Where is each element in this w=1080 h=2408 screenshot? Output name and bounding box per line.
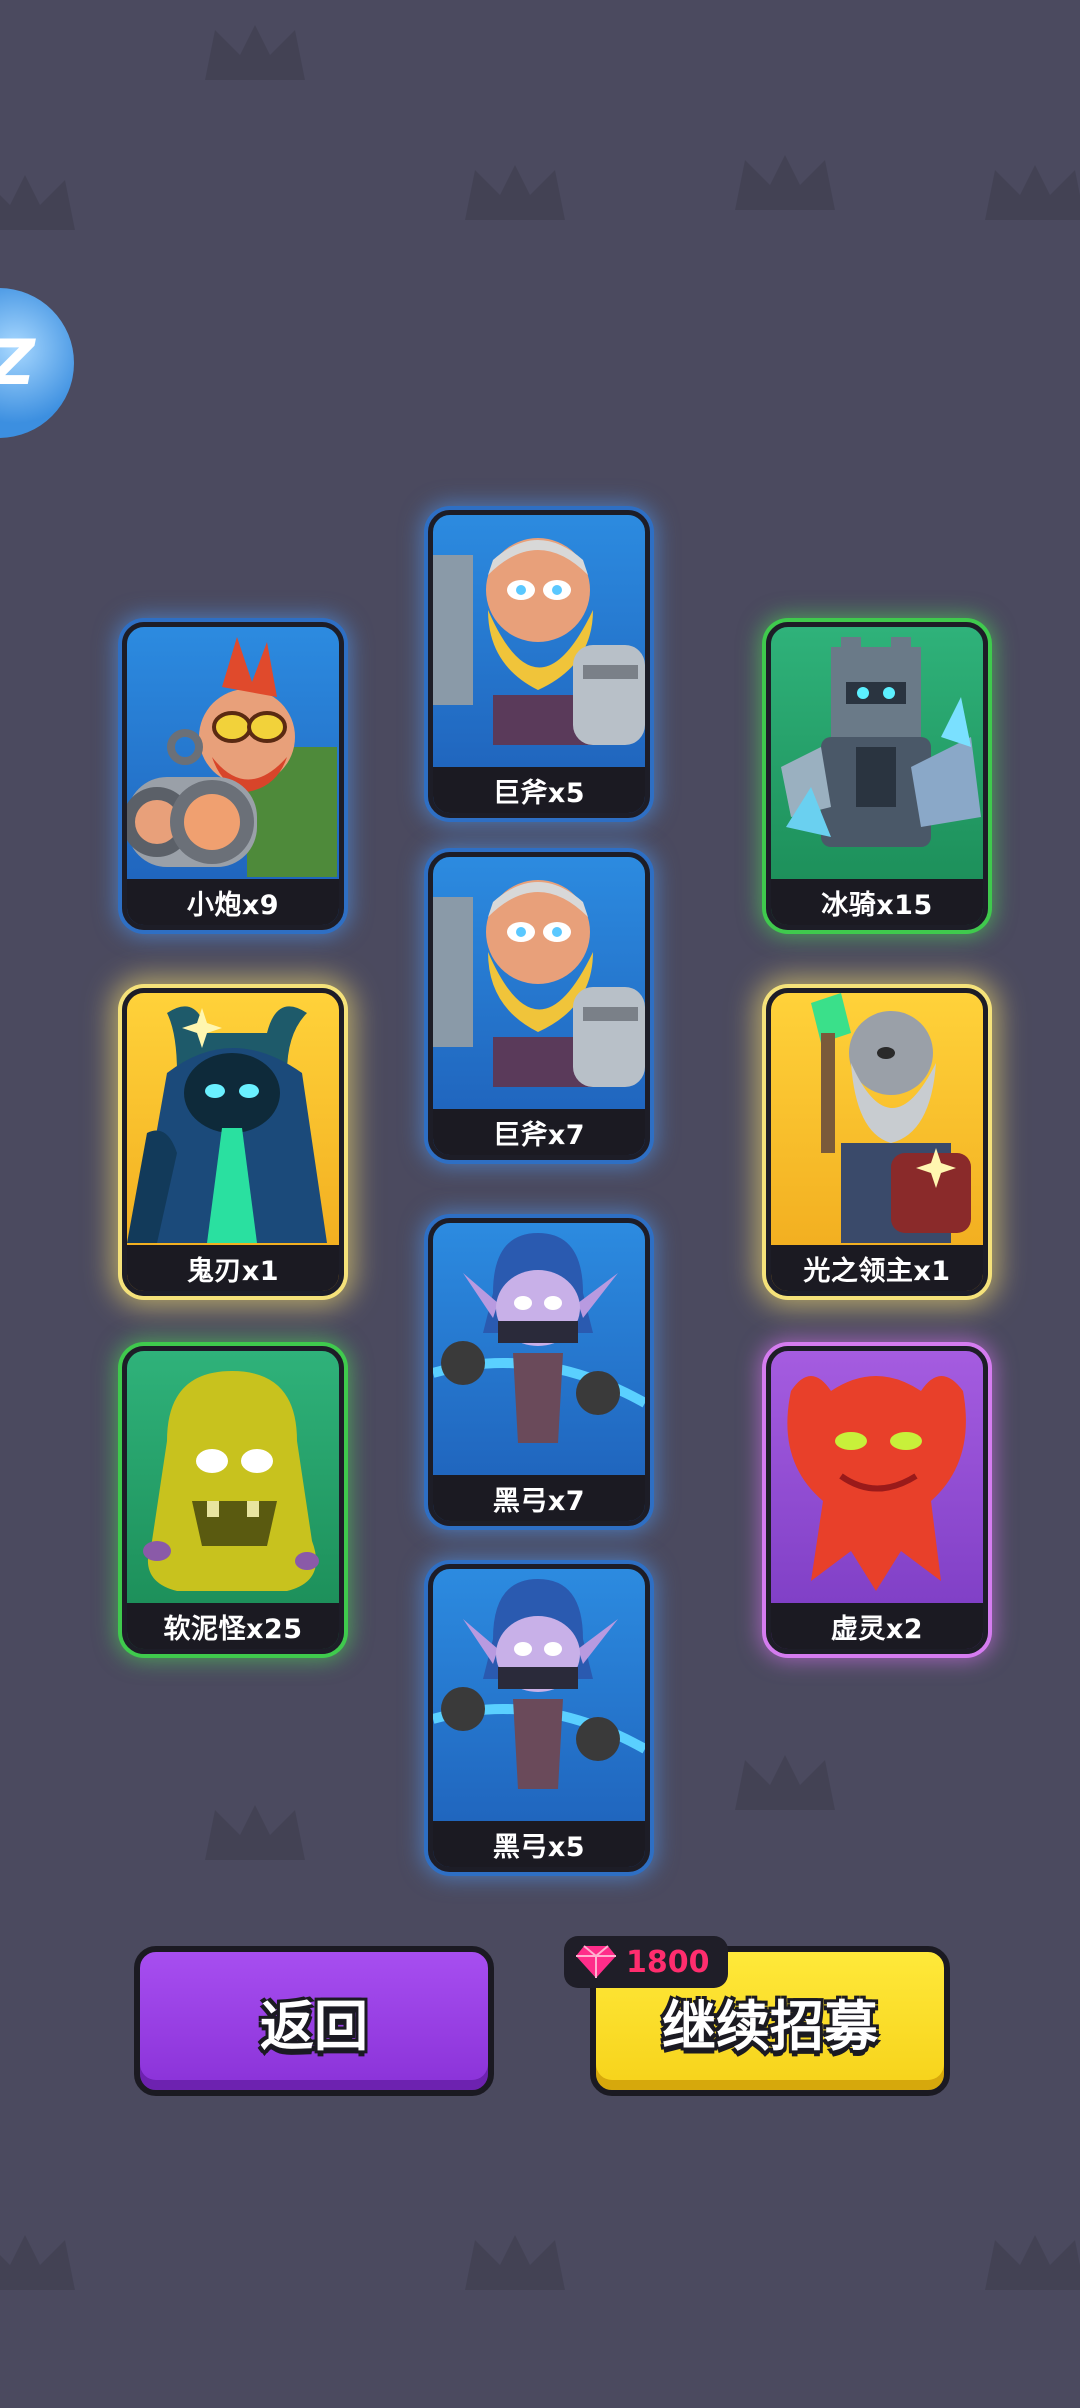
card-label: 巨斧x7	[433, 1109, 645, 1155]
hero-card-cannon[interactable]: 小炮x9	[122, 622, 344, 930]
crown-watermark-icon	[465, 165, 565, 220]
crown-watermark-icon	[985, 165, 1080, 220]
bearded-axeman-icon	[433, 538, 645, 745]
hero-card-ghost-blade[interactable]: 鬼刃x1	[122, 988, 344, 1296]
crown-watermark-icon	[985, 2235, 1080, 2290]
crown-watermark-icon	[205, 1805, 305, 1860]
hero-card-spirit[interactable]: 虚灵x2	[766, 1346, 988, 1654]
elf-archer-icon	[433, 1579, 645, 1789]
recruit-cost-value: 1800	[626, 1944, 710, 1980]
crown-watermark-icon	[205, 25, 305, 80]
hero-card-ice-knight[interactable]: 冰骑x15	[766, 622, 988, 930]
hero-card-black-bow[interactable]: 黑弓x7	[428, 1218, 650, 1526]
crown-watermark-icon	[465, 2235, 565, 2290]
dwarf-cannon-icon	[127, 637, 337, 877]
crown-watermark-icon	[0, 175, 75, 230]
red-spirit-icon	[787, 1376, 966, 1591]
elf-archer-icon	[433, 1233, 645, 1443]
crown-watermark-icon	[735, 155, 835, 210]
side-float-button[interactable]: Z	[0, 288, 74, 438]
card-label: 小炮x9	[127, 879, 339, 925]
ice-knight-icon	[781, 637, 981, 847]
shadow-wraith-icon	[127, 1006, 327, 1243]
hero-card-axe[interactable]: 巨斧x7	[428, 852, 650, 1160]
continue-recruit-label: 继续招募	[662, 1994, 878, 2058]
card-label: 虚灵x2	[771, 1603, 983, 1649]
recruit-cost-badge: 1800	[564, 1936, 728, 1988]
hero-card-black-bow[interactable]: 黑弓x5	[428, 1564, 650, 1872]
crown-watermark-icon	[735, 1755, 835, 1810]
hero-card-axe[interactable]: 巨斧x5	[428, 510, 650, 818]
card-label: 鬼刃x1	[127, 1245, 339, 1291]
slime-monster-icon	[143, 1371, 319, 1591]
gem-icon	[576, 1945, 616, 1978]
card-label: 冰骑x15	[771, 879, 983, 925]
bearded-axeman-icon	[433, 880, 645, 1087]
card-label: 巨斧x5	[433, 767, 645, 813]
card-label: 软泥怪x25	[127, 1603, 339, 1649]
hero-card-light-lord[interactable]: 光之领主x1	[766, 988, 988, 1296]
hero-card-slime[interactable]: 软泥怪x25	[122, 1346, 344, 1654]
card-label: 光之领主x1	[771, 1245, 983, 1291]
old-wizard-icon	[811, 993, 971, 1243]
card-label: 黑弓x7	[433, 1475, 645, 1521]
back-button[interactable]: 返回	[134, 1946, 494, 2096]
float-logo-icon: Z	[0, 326, 35, 399]
crown-watermark-icon	[0, 2235, 75, 2290]
card-label: 黑弓x5	[433, 1821, 645, 1867]
recruit-results-screen: Z 小炮x9	[0, 0, 1080, 2408]
